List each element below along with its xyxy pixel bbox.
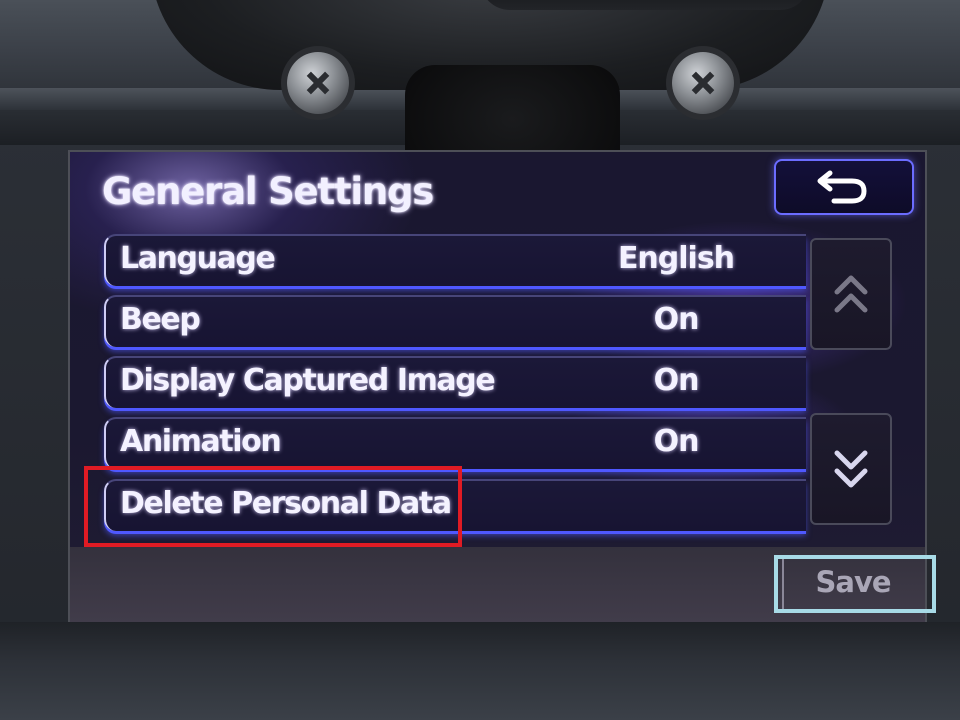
bezel-screw [287, 52, 349, 114]
dashboard-knob-center [480, 0, 810, 10]
scroll-up-button[interactable] [810, 238, 892, 350]
double-chevron-down-icon [834, 450, 868, 488]
setting-label: Display Captured Image [120, 363, 496, 398]
double-chevron-up-icon [834, 275, 868, 313]
bezel-screw [672, 52, 734, 114]
setting-row-display-captured-image[interactable]: Display Captured Image On [104, 356, 806, 408]
highlight-box-delete-personal-data [84, 466, 462, 547]
photo-scene: General Settings Language English Beep O… [0, 0, 960, 720]
scroll-down-button[interactable] [810, 413, 892, 525]
setting-label: Animation [120, 424, 282, 459]
setting-label: Beep [120, 302, 201, 337]
infotainment-screen: General Settings Language English Beep O… [68, 150, 927, 624]
setting-row-beep[interactable]: Beep On [104, 295, 806, 347]
setting-row-language[interactable]: Language English [104, 234, 806, 286]
setting-row-animation[interactable]: Animation On [104, 417, 806, 469]
page-title: General Settings [102, 170, 434, 213]
back-button[interactable] [774, 159, 914, 215]
highlight-box-save [774, 555, 936, 613]
setting-value: On [653, 363, 700, 398]
back-arrow-icon [817, 170, 867, 204]
dashboard-bezel-bottom [0, 622, 960, 720]
setting-label: Language [120, 241, 276, 276]
setting-value: On [653, 302, 700, 337]
setting-value: On [653, 424, 700, 459]
setting-value: English [617, 241, 735, 276]
